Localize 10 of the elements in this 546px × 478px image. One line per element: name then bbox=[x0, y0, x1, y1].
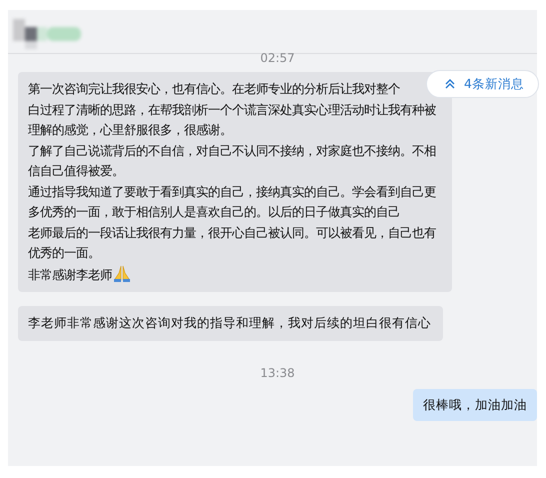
message-text: 老师最后的一段话让我很有力量，很开心自己被认同。可以被看见，自己也有优秀的一面。 bbox=[28, 224, 436, 260]
message-text: 了解了自己说谎背后的不自信，对自己不认同不接纳，对家庭也不接纳。不相信自己值得被爱。 bbox=[28, 142, 436, 178]
timestamp: 02:57 bbox=[259, 50, 296, 66]
message-text: 李老师非常感谢这次咨询对我的指导和理解，我对后续的坦白很有信心 bbox=[28, 315, 431, 330]
timestamp: 13:38 bbox=[259, 364, 296, 380]
message-text: 很棒哦，加油加油 bbox=[423, 396, 527, 412]
new-messages-button[interactable]: 4条新消息 bbox=[426, 70, 539, 98]
message-text: 非常感谢李老师 bbox=[28, 266, 112, 282]
double-chevron-up-icon bbox=[445, 79, 456, 89]
message-text: 通过指导我知道了要敢于看到真实的自己，接纳真实的自己。学会看到自己更多优秀的一面，敢于相信别人是喜欢自己的。以后的日子做真实的自己 bbox=[28, 184, 436, 219]
